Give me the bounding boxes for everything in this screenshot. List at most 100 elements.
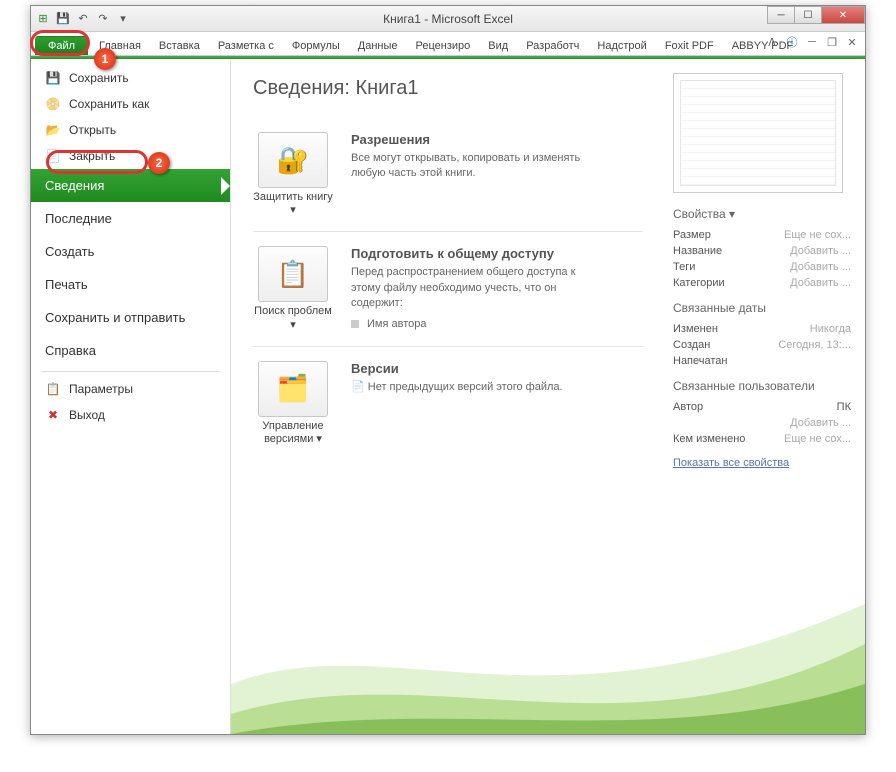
- options-icon: 📋: [45, 381, 61, 397]
- doc-restore-icon[interactable]: ❐: [825, 35, 839, 49]
- prop-row[interactable]: Добавить ...: [673, 415, 851, 431]
- section-text: 📄 Нет предыдущих версий этого файла.: [351, 380, 563, 395]
- prop-row[interactable]: ТегиДобавить ...: [673, 259, 851, 275]
- titlebar: ⊞ 💾 ↶ ↷ ▾ Книга1 - Microsoft Excel ─ ☐ ✕: [31, 6, 865, 32]
- ribbon-tabs: Файл Главная Вставка Разметка с Формулы …: [31, 32, 865, 56]
- sidebar-item-options[interactable]: 📋 Параметры: [31, 376, 230, 402]
- info-details: Сведения: Книга1 🔐 Защитить книгу ▾ Разр…: [231, 59, 665, 734]
- tab-layout[interactable]: Разметка с: [209, 36, 283, 55]
- sidebar-label: Параметры: [69, 382, 133, 396]
- prop-row: ИзмененНикогда: [673, 321, 851, 337]
- sidebar-label: Последние: [45, 211, 112, 226]
- tab-review[interactable]: Рецензиро: [407, 36, 480, 55]
- list-item: Имя автора: [351, 318, 591, 330]
- save-icon: 💾: [45, 70, 61, 86]
- sidebar-label: Создать: [45, 244, 94, 259]
- prop-row: Напечатан: [673, 353, 851, 369]
- section-text: Перед распространением общего доступа к …: [351, 265, 591, 311]
- sidebar-label: Печать: [45, 277, 88, 292]
- sidebar-item-recent[interactable]: Последние: [31, 202, 230, 235]
- backstage-sidebar: 💾 Сохранить 📀 Сохранить как 📂 Открыть 📄 …: [31, 59, 231, 734]
- section-versions: 🗂️ Управление версиями ▾ Версии 📄 Нет пр…: [253, 347, 643, 460]
- window-controls: ─ ☐ ✕: [768, 6, 865, 24]
- bullet-icon: [351, 320, 359, 328]
- tab-developer[interactable]: Разработч: [517, 36, 588, 55]
- sidebar-item-save-send[interactable]: Сохранить и отправить: [31, 301, 230, 334]
- sidebar-label: Справка: [45, 343, 96, 358]
- page-title: Сведения: Книга1: [253, 77, 643, 100]
- app-window: ⊞ 💾 ↶ ↷ ▾ Книга1 - Microsoft Excel ─ ☐ ✕…: [30, 5, 866, 735]
- minimize-button[interactable]: ─: [767, 6, 795, 24]
- prop-row: Кем измененоЕще не сох...: [673, 431, 851, 447]
- tab-insert[interactable]: Вставка: [150, 36, 209, 55]
- show-all-props-link[interactable]: Показать все свойства: [673, 457, 789, 469]
- folder-open-icon: 📂: [45, 122, 61, 138]
- quick-access-toolbar: ⊞ 💾 ↶ ↷ ▾: [31, 11, 135, 27]
- properties-panel: Свойства ▾ РазмерЕще не сох... НазваниеД…: [665, 59, 865, 734]
- checklist-icon: 📋: [277, 259, 309, 290]
- prop-row: РазмерЕще не сох...: [673, 227, 851, 243]
- sidebar-item-help[interactable]: Справка: [31, 334, 230, 367]
- tab-foxit[interactable]: Foxit PDF: [656, 36, 723, 55]
- lock-key-icon: 🔐: [277, 145, 309, 176]
- doc-min-icon[interactable]: ─: [805, 35, 819, 49]
- sidebar-item-open[interactable]: 📂 Открыть: [31, 117, 230, 143]
- section-prepare: 📋 Поиск проблем ▾ Подготовить к общему д…: [253, 232, 643, 346]
- sidebar-separator: [41, 371, 220, 372]
- tab-formulas[interactable]: Формулы: [283, 36, 349, 55]
- sidebar-label: Выход: [69, 408, 105, 422]
- sidebar-item-info[interactable]: Сведения: [31, 169, 230, 202]
- sidebar-label: Сведения: [45, 178, 104, 193]
- close-doc-icon: 📄: [45, 148, 61, 164]
- tab-view[interactable]: Вид: [479, 36, 517, 55]
- sidebar-item-save[interactable]: 💾 Сохранить: [31, 65, 230, 91]
- prop-row: СозданСегодня, 13:...: [673, 337, 851, 353]
- sidebar-item-new[interactable]: Создать: [31, 235, 230, 268]
- sidebar-item-print[interactable]: Печать: [31, 268, 230, 301]
- sidebar-label: Закрыть: [69, 149, 115, 163]
- backstage-main: Сведения: Книга1 🔐 Защитить книгу ▾ Разр…: [231, 59, 865, 734]
- help-icon[interactable]: ⓘ: [785, 35, 799, 49]
- section-heading: Подготовить к общему доступу: [351, 246, 591, 261]
- close-button[interactable]: ✕: [821, 6, 865, 24]
- redo-icon[interactable]: ↷: [95, 11, 111, 27]
- manage-versions-button[interactable]: 🗂️ Управление версиями ▾: [253, 361, 333, 446]
- sidebar-item-exit[interactable]: ✖ Выход: [31, 402, 230, 428]
- tab-addins[interactable]: Надстрой: [588, 36, 655, 55]
- excel-icon: ⊞: [35, 11, 51, 27]
- props-header: Связанные пользователи: [673, 379, 851, 393]
- doc-close-icon[interactable]: ✕: [845, 35, 859, 49]
- sidebar-label: Сохранить: [69, 71, 129, 85]
- maximize-button[interactable]: ☐: [794, 6, 822, 24]
- prop-row: АвторПК: [673, 399, 851, 415]
- check-issues-button[interactable]: 📋 Поиск проблем ▾: [253, 246, 333, 331]
- document-thumbnail: [673, 73, 843, 193]
- qat-more-icon[interactable]: ▾: [115, 11, 131, 27]
- section-heading: Разрешения: [351, 132, 591, 147]
- tab-file[interactable]: Файл: [35, 36, 88, 55]
- sidebar-label: Сохранить и отправить: [45, 310, 185, 325]
- save-icon[interactable]: 💾: [55, 11, 71, 27]
- tab-data[interactable]: Данные: [349, 36, 407, 55]
- undo-icon[interactable]: ↶: [75, 11, 91, 27]
- props-header: Связанные даты: [673, 301, 851, 315]
- ribbon-right-controls: ᐱ ⓘ ─ ❐ ✕: [765, 35, 859, 49]
- section-body: Подготовить к общему доступу Перед распр…: [351, 246, 591, 331]
- sidebar-item-close[interactable]: 📄 Закрыть: [31, 143, 230, 169]
- section-body: Разрешения Все могут открывать, копирова…: [351, 132, 591, 217]
- ribbon-minimize-icon[interactable]: ᐱ: [765, 35, 779, 49]
- protect-workbook-button[interactable]: 🔐 Защитить книгу ▾: [253, 132, 333, 217]
- sidebar-label: Сохранить как: [69, 97, 149, 111]
- window-title: Книга1 - Microsoft Excel: [31, 12, 865, 26]
- section-heading: Версии: [351, 361, 563, 376]
- props-header[interactable]: Свойства ▾: [673, 207, 851, 221]
- section-text: Все могут открывать, копировать и изменя…: [351, 151, 591, 182]
- sidebar-label: Открыть: [69, 123, 116, 137]
- annotation-badge-2: 2: [148, 152, 170, 174]
- versions-icon: 🗂️: [277, 373, 309, 404]
- prop-row[interactable]: КатегорииДобавить ...: [673, 275, 851, 291]
- exit-icon: ✖: [45, 407, 61, 423]
- prop-row[interactable]: НазваниеДобавить ...: [673, 243, 851, 259]
- sidebar-item-save-as[interactable]: 📀 Сохранить как: [31, 91, 230, 117]
- save-as-icon: 📀: [45, 96, 61, 112]
